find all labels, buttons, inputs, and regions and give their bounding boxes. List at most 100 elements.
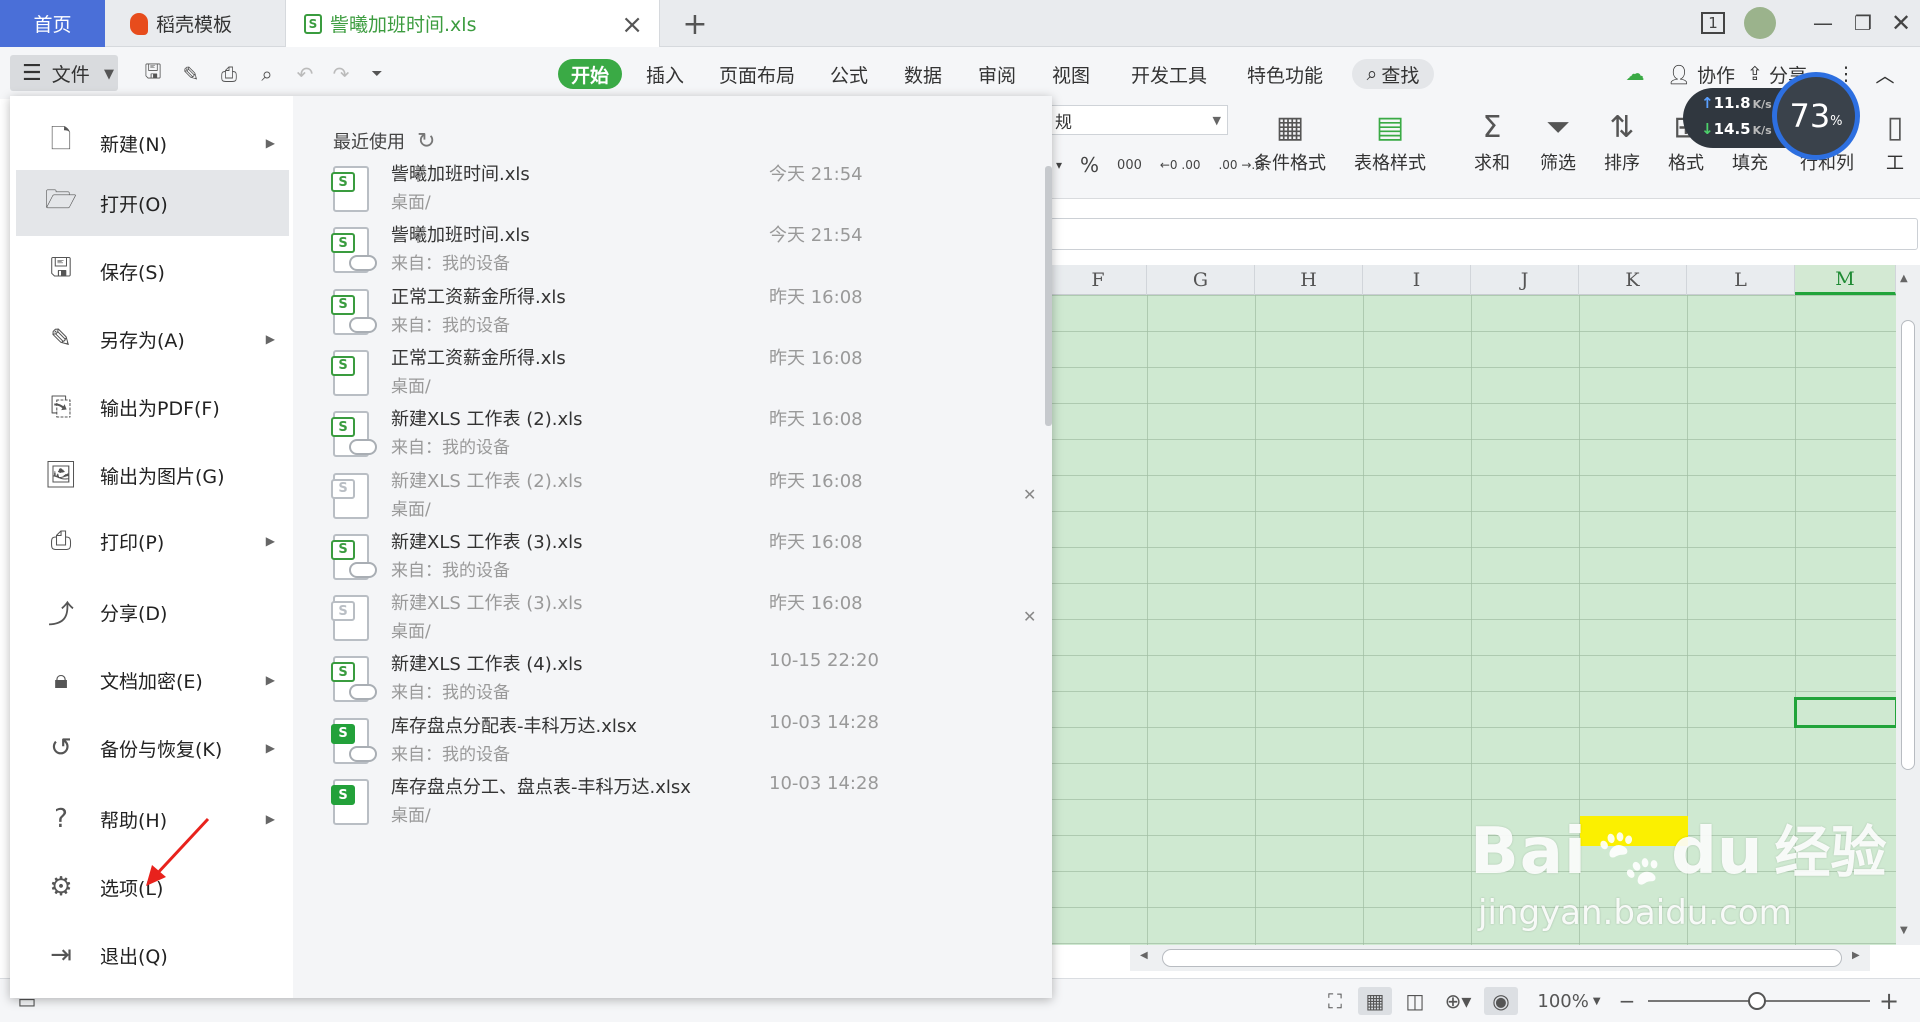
reading-layout-icon[interactable]: ⊕▾: [1436, 987, 1480, 1015]
tab-special-features[interactable]: 特色功能: [1240, 59, 1330, 89]
conditional-format-button[interactable]: ▦ 条件格式: [1254, 105, 1326, 175]
remove-recent-icon[interactable]: ✕: [1023, 485, 1036, 504]
normal-view-icon[interactable]: ▦: [1358, 987, 1392, 1015]
tab-insert[interactable]: 插入: [640, 59, 690, 89]
vertical-scrollbar[interactable]: ▲ ▼: [1896, 265, 1920, 945]
number-format-select[interactable]: 规 ▼: [1050, 105, 1228, 135]
download-speed: 14.5: [1713, 120, 1751, 138]
menu-item-new[interactable]: 🗋︎ 新建(N) ▶: [16, 110, 289, 176]
tab-daoke-templates[interactable]: 稻壳模板: [110, 0, 280, 47]
horizontal-scroll-thumb[interactable]: [1162, 949, 1842, 967]
chevron-down-icon[interactable]: ▼: [94, 59, 124, 89]
horizontal-scrollbar[interactable]: ◀ ▶: [1130, 945, 1870, 971]
tab-page-layout[interactable]: 页面布局: [714, 59, 800, 89]
zoom-slider-thumb[interactable]: [1748, 992, 1766, 1010]
table-style-button[interactable]: ▤ 表格样式: [1354, 105, 1426, 175]
scroll-left-icon[interactable]: ◀: [1140, 950, 1148, 961]
zoom-select[interactable]: 100% ▼: [1536, 987, 1602, 1015]
avatar[interactable]: [1744, 7, 1776, 39]
customize-toolbar-icon[interactable]: ⏷: [362, 59, 392, 89]
tab-developer[interactable]: 开发工具: [1124, 59, 1214, 89]
tab-current-file[interactable]: S 訾曦加班时间.xls ×: [285, 0, 660, 47]
print-icon[interactable]: ⎙: [214, 59, 244, 89]
menu-item-share[interactable]: ⤴ 分享(D): [16, 579, 289, 645]
tab-special-features-label: 特色功能: [1246, 64, 1323, 87]
formula-bar-input[interactable]: [1050, 218, 1918, 250]
menu-item-save-as[interactable]: ✎ 另存为(A) ▶: [16, 306, 289, 372]
close-window-icon[interactable]: ✕: [1886, 8, 1916, 38]
recent-file-time: 昨天 16:08: [769, 470, 863, 492]
undo-icon[interactable]: ↶: [290, 59, 320, 89]
scroll-up-icon[interactable]: ▲: [1900, 273, 1908, 284]
column-header-j[interactable]: J: [1471, 265, 1579, 295]
column-header-l[interactable]: L: [1687, 265, 1795, 295]
page-counter[interactable]: 1: [1696, 8, 1730, 38]
filter-button[interactable]: ⏷ 筛选: [1540, 105, 1576, 175]
menu-item-open[interactable]: 🗁︎ 打开(O): [16, 170, 289, 236]
memory-usage-gauge[interactable]: 73%: [1772, 72, 1860, 160]
tab-data[interactable]: 数据: [896, 59, 950, 89]
column-header-h[interactable]: H: [1255, 265, 1363, 295]
menu-item-export-image[interactable]: 🖼︎ 输出为图片(G): [16, 442, 289, 508]
worksheet-button[interactable]: ▯ 工: [1886, 105, 1904, 175]
worksheet-icon: ▯: [1886, 109, 1904, 145]
eye-protection-icon[interactable]: ◉: [1484, 987, 1518, 1015]
collaborate-button[interactable]: 👤︎ 协作: [1660, 59, 1742, 89]
minimize-icon[interactable]: —: [1808, 8, 1838, 38]
scroll-right-icon[interactable]: ▶: [1852, 950, 1860, 961]
menu-item-backup[interactable]: ↺ 备份与恢复(K) ▶: [16, 715, 289, 781]
tab-view[interactable]: 视图: [1044, 59, 1098, 89]
sort-button[interactable]: ⇅ 排序: [1604, 105, 1640, 175]
column-header-m[interactable]: M: [1795, 265, 1896, 295]
save-icon[interactable]: 🖫: [138, 59, 168, 89]
conditional-format-label: 条件格式: [1254, 153, 1326, 174]
refresh-icon[interactable]: ↻: [417, 129, 435, 154]
menu-item-exit[interactable]: ⇥ 退出(Q): [16, 922, 289, 988]
spreadsheet-file-icon: S: [331, 595, 369, 642]
column-header-f[interactable]: F: [1050, 265, 1147, 295]
menu-item-export-pdf[interactable]: ⎘ 输出为PDF(F): [16, 374, 289, 440]
tab-start[interactable]: 开始: [558, 59, 622, 89]
recent-list-scroll-thumb[interactable]: [1045, 166, 1052, 426]
tab-formula[interactable]: 公式: [822, 59, 876, 89]
remove-recent-icon[interactable]: ✕: [1023, 607, 1036, 626]
increase-decimal-button[interactable]: ←0 .00: [1160, 158, 1201, 172]
currency-dropdown-icon[interactable]: ▾: [1056, 158, 1062, 172]
share-icon: ⤴: [47, 599, 74, 630]
cloud-sync-icon[interactable]: ☁: [1620, 59, 1650, 89]
print-preview-icon[interactable]: ⌕: [252, 59, 282, 89]
share-icon: ⇪: [1747, 63, 1763, 85]
page-break-view-icon[interactable]: ◫: [1400, 987, 1430, 1015]
column-header-g[interactable]: G: [1147, 265, 1255, 295]
zoom-out-icon[interactable]: −: [1614, 987, 1640, 1015]
zoom-in-icon[interactable]: +: [1876, 987, 1902, 1015]
close-tab-icon[interactable]: ×: [621, 10, 643, 40]
collapse-ribbon-icon[interactable]: ︿: [1870, 59, 1900, 89]
main-toolbar: ☰ 文件 ▼ 🖫 ✎ ⎙ ⌕ ↶ ↷ ⏷ 开始 插入 页面布局 公式 数据 审阅…: [0, 47, 1920, 99]
scroll-down-icon[interactable]: ▼: [1900, 925, 1908, 936]
restore-icon[interactable]: ❐: [1848, 8, 1878, 38]
format-painter-icon[interactable]: ✎: [176, 59, 206, 89]
percent-button[interactable]: %: [1080, 153, 1099, 177]
column-header-i[interactable]: I: [1363, 265, 1471, 295]
fullscreen-icon[interactable]: ⛶: [1320, 987, 1350, 1015]
menu-item-print[interactable]: ⎙ 打印(P) ▶: [16, 508, 289, 574]
column-l-label: L: [1734, 269, 1747, 291]
vertical-scroll-thumb[interactable]: [1901, 320, 1915, 770]
selected-cell[interactable]: [1794, 697, 1898, 728]
recent-file-item[interactable]: S 库存盘点分工、盘点表-丰科万达.xlsx 桌面/10-03 14:28: [331, 773, 1033, 848]
menu-item-export-image-label: 输出为图片(G): [100, 465, 225, 488]
thousands-separator-button[interactable]: 000: [1117, 158, 1142, 173]
menu-item-encrypt[interactable]: 🔒︎ 文档加密(E) ▶: [16, 647, 289, 713]
menu-item-save[interactable]: 🖫︎ 保存(S): [16, 238, 289, 304]
new-tab-button[interactable]: +: [675, 4, 715, 44]
recent-file-path: 来自：我的设备: [391, 254, 510, 275]
tab-home[interactable]: 首页: [0, 0, 105, 47]
chevron-right-icon: ▶: [265, 332, 275, 346]
column-header-k[interactable]: K: [1579, 265, 1687, 295]
tab-review[interactable]: 审阅: [970, 59, 1024, 89]
sum-button[interactable]: Σ 求和: [1474, 105, 1510, 175]
redo-icon[interactable]: ↷: [326, 59, 356, 89]
search-button[interactable]: ⌕ 查找: [1352, 59, 1434, 89]
upload-speed: 11.8: [1713, 94, 1751, 112]
